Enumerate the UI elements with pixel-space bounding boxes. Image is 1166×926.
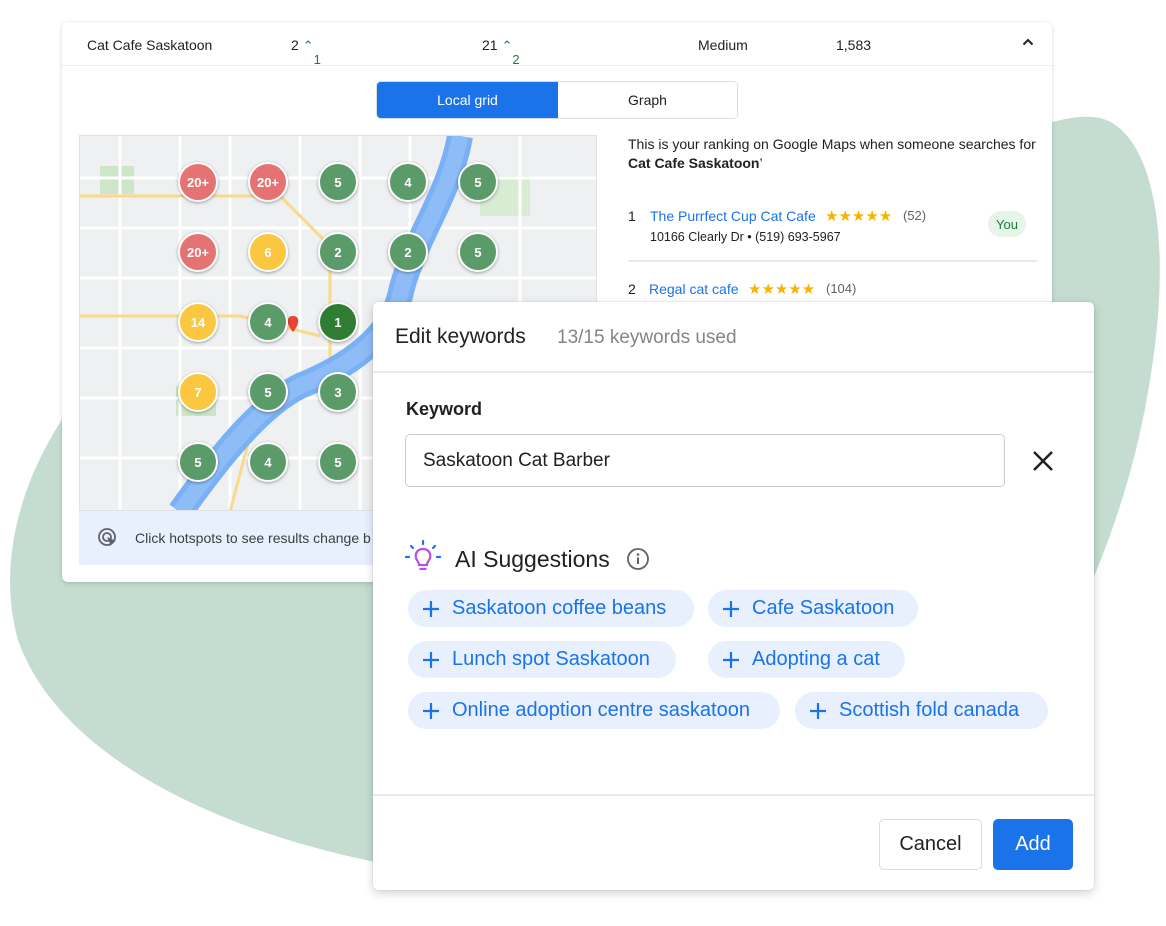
rank-a: 2 ⌃ 1: [291, 37, 321, 67]
rank-pin[interactable]: 5: [458, 232, 498, 272]
result-name-link[interactable]: The Purrfect Cup Cat Cafe: [650, 208, 816, 224]
rank-pin[interactable]: 1: [318, 302, 358, 342]
rank-pin[interactable]: 4: [388, 162, 428, 202]
cancel-button[interactable]: Cancel: [879, 819, 982, 870]
suggestion-chip[interactable]: Online adoption centre saskatoon: [408, 692, 780, 729]
rank-pin[interactable]: 20+: [178, 162, 218, 202]
lightbulb-icon: [405, 540, 441, 571]
result-address: 10166 Clearly Dr • (519) 693-5967: [650, 230, 841, 244]
rank-pin[interactable]: 6: [248, 232, 288, 272]
close-icon[interactable]: [1029, 447, 1057, 475]
rank-pin[interactable]: 5: [178, 442, 218, 482]
search-volume: 1,583: [836, 37, 872, 53]
suggestion-chip[interactable]: Scottish fold canada: [795, 692, 1048, 729]
rank-pin[interactable]: 20+: [248, 162, 288, 202]
tab-graph[interactable]: Graph: [558, 82, 737, 118]
tab-local-grid[interactable]: Local grid: [377, 82, 558, 118]
keyword-summary-row[interactable]: Cat Cafe Saskatoon 2 ⌃ 1 21 ⌃ 2 Medium 1,5…: [62, 22, 1052, 67]
result-divider: [628, 260, 1037, 262]
rank-pin[interactable]: 3: [318, 372, 358, 412]
info-icon[interactable]: [626, 547, 650, 571]
view-toggle: Local grid Graph: [376, 81, 738, 119]
suggestion-chip[interactable]: Adopting a cat: [708, 641, 905, 678]
rank-b: 21 ⌃ 2: [482, 37, 520, 67]
dialog-title: Edit keywords: [395, 325, 526, 348]
review-count: (52): [903, 208, 927, 223]
plus-icon: [723, 600, 739, 617]
rank-pin[interactable]: 5: [318, 442, 358, 482]
add-button[interactable]: Add: [993, 819, 1073, 870]
rank-pin[interactable]: 20+: [178, 232, 218, 272]
rank-pin[interactable]: 4: [248, 442, 288, 482]
difficulty: Medium: [698, 37, 748, 53]
keyword-usage: 13/15 keywords used: [557, 327, 737, 348]
rank-pin[interactable]: 7: [178, 372, 218, 412]
result-rank: 1: [628, 208, 636, 224]
rank-pin[interactable]: 5: [318, 162, 358, 202]
ranking-description: This is your ranking on Google Maps when…: [628, 136, 1036, 171]
cursor-click-icon: [98, 528, 116, 546]
keyword-name: Cat Cafe Saskatoon: [87, 37, 213, 53]
suggestion-chip[interactable]: Lunch spot Saskatoon: [408, 641, 676, 678]
rank-pin[interactable]: 2: [318, 232, 358, 272]
edit-keywords-dialog: Edit keywords 13/15 keywords used Keywor…: [373, 302, 1094, 890]
result-rank: 2: [628, 281, 636, 297]
plus-icon: [423, 600, 439, 617]
rating-stars: ★★★★★: [748, 281, 816, 298]
rank-pin[interactable]: 5: [248, 372, 288, 412]
keyword-input[interactable]: [405, 434, 1005, 487]
keyword-label: Keyword: [406, 399, 483, 419]
ai-suggestions-title: AI Suggestions: [455, 546, 610, 572]
plus-icon: [423, 651, 439, 668]
rank-pin[interactable]: 2: [388, 232, 428, 272]
rank-pin[interactable]: 5: [458, 162, 498, 202]
dialog-footer-divider: [373, 794, 1094, 796]
plus-icon: [423, 702, 439, 719]
map-hint-text: Click hotspots to see results change b: [135, 530, 371, 546]
dialog-header: Edit keywords 13/15 keywords used: [373, 302, 1094, 373]
rank-pin[interactable]: 14: [178, 302, 218, 342]
suggestion-chip[interactable]: Cafe Saskatoon: [708, 590, 918, 627]
result-name-link[interactable]: Regal cat cafe: [649, 281, 739, 297]
suggestion-chip[interactable]: Saskatoon coffee beans: [408, 590, 694, 627]
rank-b-change: ⌃ 2: [501, 38, 520, 67]
rank-a-change: ⌃ 1: [302, 38, 321, 67]
chevron-up-icon[interactable]: [1022, 36, 1034, 48]
plus-icon: [723, 651, 739, 668]
rank-pin[interactable]: 4: [248, 302, 288, 342]
rating-stars: ★★★★★: [825, 208, 893, 225]
you-badge: You: [988, 211, 1026, 237]
review-count: (104): [826, 281, 857, 296]
plus-icon: [810, 702, 826, 719]
